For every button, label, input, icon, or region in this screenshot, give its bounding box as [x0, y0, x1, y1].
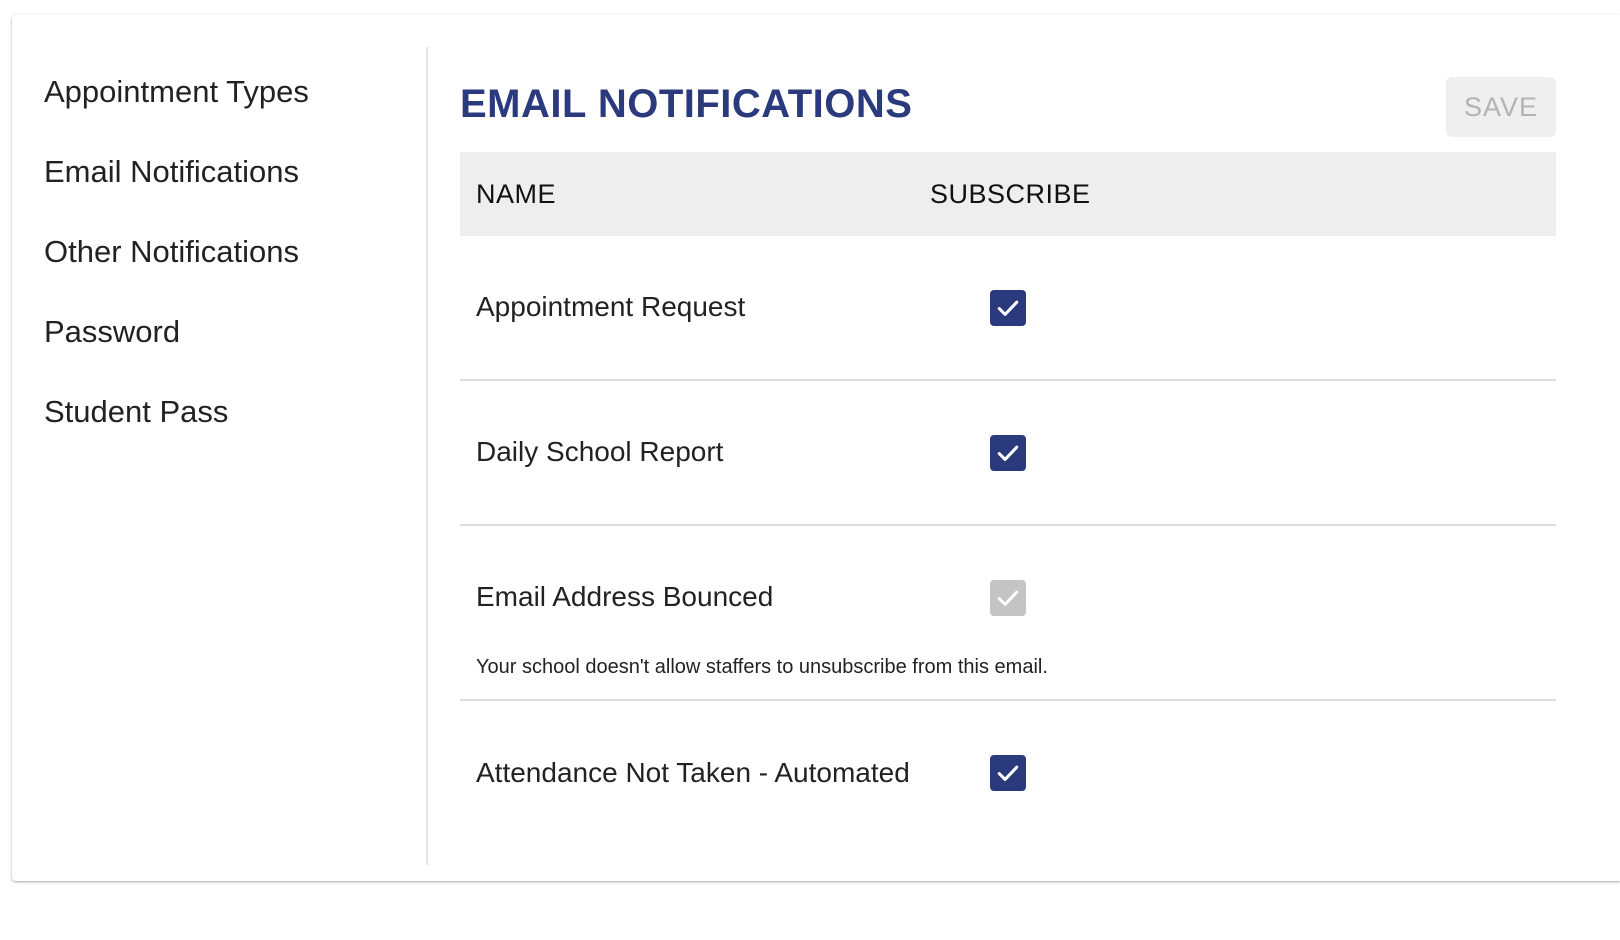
sidebar-item-email-notifications[interactable]: Email Notifications [44, 132, 426, 212]
unsubscribe-restriction-note: Your school doesn't allow staffers to un… [476, 656, 1048, 678]
subscribe-checkbox-daily-school-report[interactable] [990, 435, 1026, 471]
check-icon [997, 300, 1019, 316]
row-name-daily-school-report: Daily School Report [476, 436, 724, 467]
table-row: Daily School Report [460, 381, 1556, 526]
row-name-attendance-not-taken: Attendance Not Taken - Automated [476, 757, 910, 788]
subscribe-checkbox-email-address-bounced [990, 580, 1026, 616]
check-icon [997, 590, 1019, 606]
row-name-appointment-request: Appointment Request [476, 291, 746, 322]
subscribe-checkbox-appointment-request[interactable] [990, 290, 1026, 326]
sidebar-list: Appointment Types Email Notifications Ot… [12, 52, 426, 452]
settings-card: Appointment Types Email Notifications Ot… [12, 15, 1620, 881]
page-title: EMAIL NOTIFICATIONS [460, 82, 913, 126]
subscribe-checkbox-attendance-not-taken[interactable] [990, 755, 1026, 791]
row-name-email-address-bounced: Email Address Bounced [476, 581, 774, 612]
table-header: NAME SUBSCRIBE [460, 152, 1556, 236]
check-icon [997, 445, 1019, 461]
sidebar-item-password[interactable]: Password [44, 292, 426, 372]
table-row: Email Address Bounced Your school doesn'… [460, 526, 1556, 701]
save-button[interactable]: SAVE [1446, 77, 1556, 137]
sidebar-item-appointment-types[interactable]: Appointment Types [44, 52, 426, 132]
sidebar-item-other-notifications[interactable]: Other Notifications [44, 212, 426, 292]
notifications-table: NAME SUBSCRIBE Appointment Request Daily… [460, 152, 1556, 844]
column-header-subscribe: SUBSCRIBE [930, 179, 1091, 209]
column-header-name: NAME [476, 179, 557, 209]
settings-sidebar: Appointment Types Email Notifications Ot… [12, 47, 428, 865]
sidebar-item-student-pass[interactable]: Student Pass [44, 372, 426, 452]
table-row: Attendance Not Taken - Automated [460, 701, 1556, 844]
check-icon [997, 765, 1019, 781]
table-row: Appointment Request [460, 236, 1556, 381]
